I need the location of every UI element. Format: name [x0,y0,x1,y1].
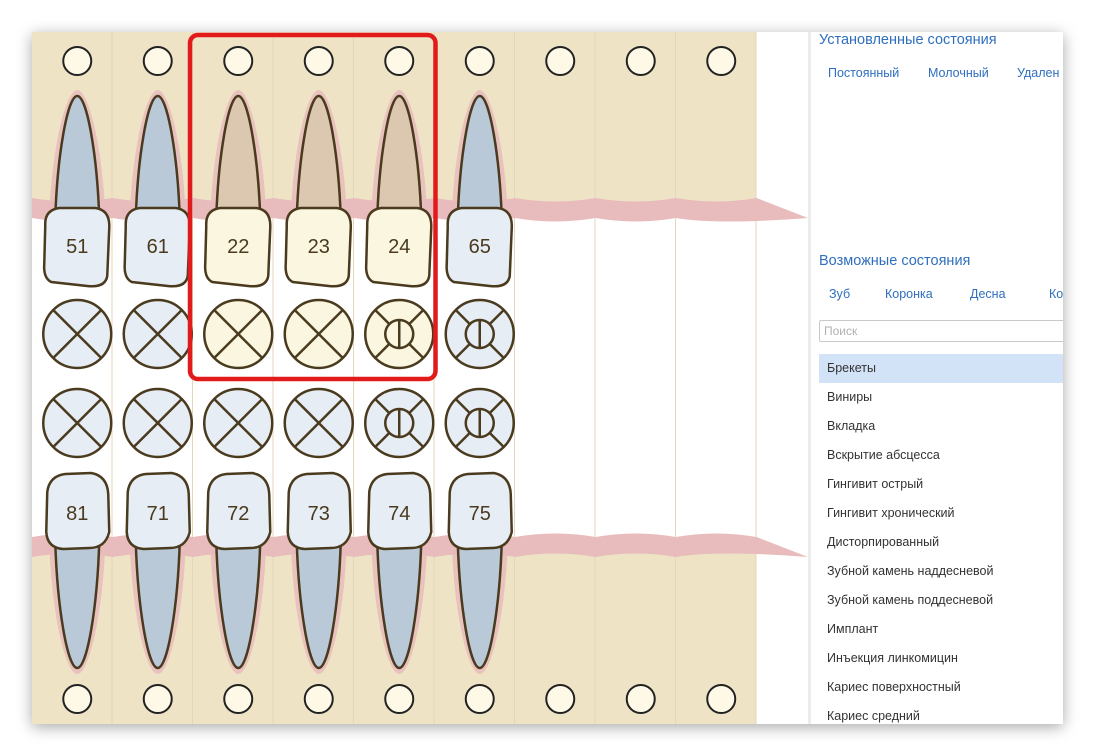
surface-cross-icon[interactable] [283,298,354,370]
tooth-marker-top[interactable] [625,46,656,76]
tooth-marker-top[interactable] [464,46,495,76]
tooth-marker-bottom[interactable] [706,684,737,714]
state-item[interactable]: Гингивит хронический [819,499,1063,528]
state-item[interactable]: Имплант [819,615,1063,644]
tooth-marker-bottom[interactable] [142,684,173,714]
surface-molar-icon[interactable] [444,298,515,370]
surface-cross-icon[interactable] [283,387,354,459]
possible-states-title: Возможные состояния [819,253,971,269]
tooth-number: 74 [388,503,410,525]
surface-cross-icon[interactable] [122,387,193,459]
conditions-panel: Установленные состояния Постоянный Молоч… [811,32,1063,724]
state-item[interactable]: Виниры [819,383,1063,412]
established-states-title: Установленные состояния [819,32,997,48]
tab-gum[interactable]: Десна [970,287,1006,301]
state-item[interactable]: Брекеты [819,354,1063,383]
tab-removed[interactable]: Удален [1017,66,1059,80]
tab-permanent[interactable]: Постоянный [828,66,899,80]
state-item[interactable]: Кариес средний [819,702,1063,724]
tooth-marker-top[interactable] [303,46,334,76]
surface-cross-icon[interactable] [42,387,113,459]
tooth-marker-bottom[interactable] [223,684,254,714]
tooth-number: 65 [469,236,491,258]
tooth-marker-top[interactable] [384,46,415,76]
tab-crown[interactable]: Коронка [885,287,933,301]
tooth-marker-bottom[interactable] [62,684,93,714]
surface-cross-icon[interactable] [122,298,193,370]
tab-tooth[interactable]: Зуб [829,287,850,301]
surface-molar-icon[interactable] [364,387,435,459]
tab-more[interactable]: Ко [1049,287,1063,301]
surface-molar-icon[interactable] [444,387,515,459]
tooth-marker-bottom[interactable] [464,684,495,714]
tooth-marker-top[interactable] [142,46,173,76]
state-item[interactable]: Зубной камень поддесневой [819,586,1063,615]
tooth-number: 61 [147,236,169,258]
state-item[interactable]: Вкладка [819,412,1063,441]
tooth-marker-top[interactable] [62,46,93,76]
search-input[interactable] [819,320,1063,342]
tab-primary[interactable]: Молочный [928,66,989,80]
tooth-marker-bottom[interactable] [625,684,656,714]
tooth-number: 51 [66,236,88,258]
state-item[interactable]: Зубной камень наддесневой [819,557,1063,586]
tooth-number: 81 [66,503,88,525]
state-item[interactable]: Кариес поверхностный [819,673,1063,702]
tooth-number: 22 [227,236,249,258]
tooth-marker-bottom[interactable] [545,684,576,714]
tooth-number: 75 [469,503,491,525]
tooth-marker-top[interactable] [223,46,254,76]
tooth-number: 71 [147,503,169,525]
dental-chart: 51 61 22 23 24 65 81 71 72 73 74 75 [32,32,808,724]
surface-cross-icon[interactable] [203,298,274,370]
dental-chart-window: 51 61 22 23 24 65 81 71 72 73 74 75 Установленные с… [32,32,1063,724]
surface-molar-icon[interactable] [364,298,435,370]
states-list: Брекеты Виниры Вкладка Вскрытие абсцесса Гин… [819,354,1063,724]
tooth-marker-top[interactable] [545,46,576,76]
tooth-marker-bottom[interactable] [384,684,415,714]
tooth-number: 23 [308,236,330,258]
tooth-number: 24 [388,236,410,258]
tooth-number: 73 [308,503,330,525]
state-item[interactable]: Дисторпированный [819,528,1063,557]
state-item[interactable]: Гингивит острый [819,470,1063,499]
surface-cross-icon[interactable] [203,387,274,459]
tooth-number: 72 [227,503,249,525]
surface-cross-icon[interactable] [42,298,113,370]
tooth-marker-top[interactable] [706,46,737,76]
tooth-marker-bottom[interactable] [303,684,334,714]
state-item[interactable]: Вскрытие абсцесса [819,441,1063,470]
state-item[interactable]: Инъекция линкомицин [819,644,1063,673]
